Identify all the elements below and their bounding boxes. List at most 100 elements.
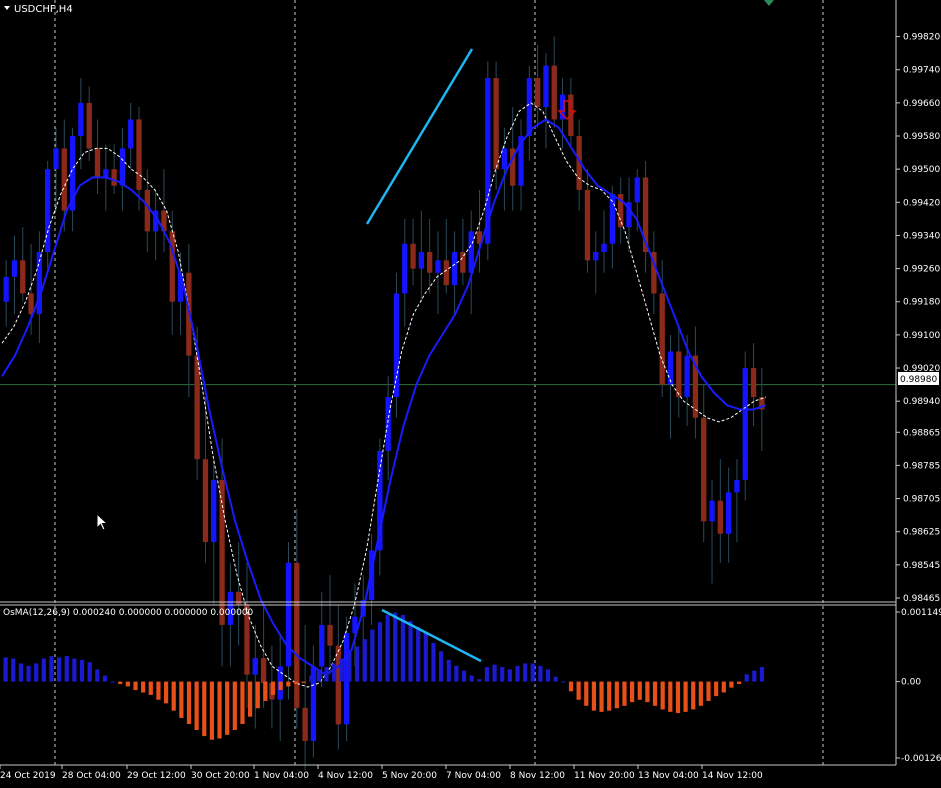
osma-bar (668, 681, 673, 712)
osma-bar (102, 675, 108, 682)
candle-body (717, 500, 723, 534)
osma-bar (683, 681, 688, 712)
candle-body (584, 189, 591, 261)
osma-bar (530, 663, 535, 682)
candle-body (20, 260, 26, 294)
osma-bar (637, 681, 642, 700)
osma-bar (11, 658, 16, 682)
osma-bar (545, 669, 551, 682)
osma-bar (492, 664, 497, 682)
osma-bar (225, 681, 230, 735)
candle-body (111, 169, 117, 186)
osma-bar (286, 681, 291, 687)
osma-bar (3, 657, 8, 682)
osma-bar (248, 681, 253, 717)
candle-body (659, 293, 665, 385)
osma-bar (255, 681, 260, 709)
candle-body (202, 459, 209, 543)
osma-bar (469, 675, 474, 682)
osma-bar (691, 681, 696, 710)
candle-body (78, 102, 84, 137)
osma-bar (316, 669, 321, 682)
time-tick-label: 5 Nov 20:00 (382, 771, 437, 781)
osma-bar (309, 675, 314, 682)
osma-bar (18, 663, 24, 682)
candle-body (601, 243, 607, 253)
osma-bar (209, 681, 215, 740)
osma-bar (125, 681, 130, 687)
osma-bar (64, 656, 69, 682)
osma-bar (500, 667, 505, 682)
trading-chart[interactable]: 0.99820 0.99740 0.99660 0.99580 0.99500 0.994… (0, 0, 941, 784)
price-tick-label: 0.98545 (903, 561, 940, 571)
time-tick-label: 8 Nov 12:00 (510, 771, 565, 781)
osma-bar (515, 665, 520, 682)
osma-bar (630, 681, 635, 703)
osma-bar (446, 659, 451, 682)
osma-bar (79, 659, 85, 682)
candle-body (335, 645, 341, 725)
candle-body (534, 78, 541, 108)
osma-bar (270, 681, 276, 695)
osma-bar (744, 674, 749, 682)
osma-bar (675, 681, 681, 714)
osma-bar (194, 681, 199, 731)
price-tick-label: 0.98865 (903, 428, 940, 438)
candle-body (551, 65, 557, 120)
price-tick-label: 0.99260 (903, 265, 940, 275)
osma-bar (347, 652, 352, 682)
candle-body (327, 624, 333, 646)
price-tick-label: 0.99580 (903, 132, 940, 142)
chart-canvas[interactable]: 0.99820 0.99740 0.99660 0.99580 0.99500 0.994… (0, 0, 941, 784)
osma-bar (461, 670, 467, 682)
osma-bar (568, 681, 574, 692)
osma-bar (72, 658, 77, 682)
osma-bar (217, 681, 222, 739)
osma-bar (156, 681, 161, 700)
osma-bar (87, 662, 92, 682)
candle-body (294, 562, 300, 708)
candle-body (45, 169, 51, 253)
osma-bar (538, 665, 543, 682)
mouse-cursor-icon (96, 513, 109, 531)
osma-bar (202, 681, 207, 737)
candle-body (443, 260, 449, 286)
osma-bar (607, 681, 612, 711)
time-tick-label: 4 Nov 12:00 (318, 771, 373, 781)
candle-body (385, 397, 391, 451)
price-tick-label: 0.99420 (903, 198, 940, 208)
osma-bar (439, 651, 444, 682)
time-tick-label: 11 Nov 20:00 (574, 771, 635, 781)
osma-bar (362, 639, 367, 682)
osma-bar (163, 681, 169, 704)
osma-bar (408, 621, 413, 682)
candle-body (136, 119, 142, 190)
candle-body (194, 355, 200, 460)
candle-body (701, 417, 707, 522)
symbol-label[interactable]: USDCHF,H4 (14, 4, 73, 15)
osma-bar (622, 681, 627, 706)
candle-body (94, 148, 101, 178)
candle-body (460, 252, 466, 273)
candle-body (319, 624, 325, 667)
candle-body (103, 169, 109, 178)
osma-bar (614, 681, 619, 709)
osma-bar (278, 681, 283, 691)
candle-body (61, 148, 67, 211)
osma-bar (377, 622, 383, 682)
osma-bar (759, 667, 765, 682)
price-tick-label: 0.99660 (903, 99, 940, 109)
osma-bar (118, 681, 123, 685)
candle-body (86, 102, 92, 149)
candle-body (119, 148, 126, 186)
osma-bar (507, 669, 512, 682)
time-tick-label: 13 Nov 04:00 (638, 771, 699, 781)
osma-bar (57, 657, 62, 682)
candle-body (302, 707, 308, 741)
osma-bar (645, 681, 650, 703)
price-tick-label: 0.99100 (903, 331, 940, 341)
candle-body (252, 658, 258, 675)
osma-tick-label: -0.001262 (901, 754, 941, 764)
osma-bar (339, 658, 344, 682)
candle-body (285, 562, 292, 667)
